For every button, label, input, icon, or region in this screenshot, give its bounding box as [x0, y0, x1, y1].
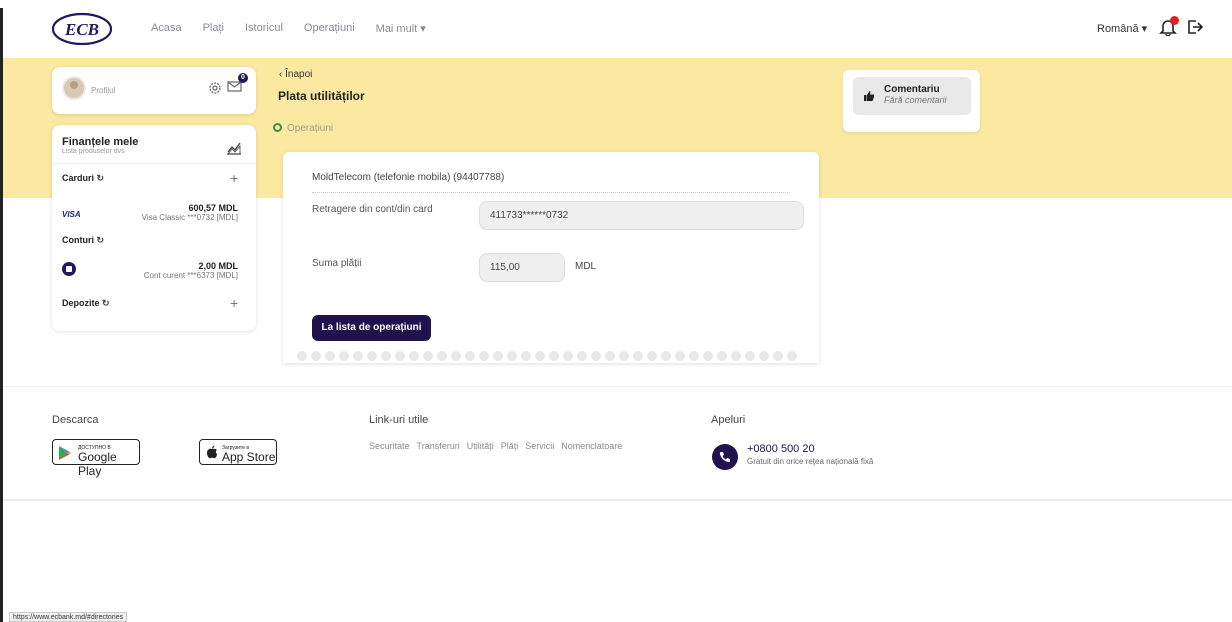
footer-link-servicii[interactable]: Servicii	[525, 441, 554, 451]
avatar[interactable]	[62, 76, 86, 100]
phone-button[interactable]	[712, 444, 738, 470]
withdraw-source-field[interactable]: 411733******0732	[479, 201, 804, 230]
gear-icon[interactable]	[208, 81, 222, 95]
account-icon	[62, 262, 76, 276]
comment-button[interactable]: Comentariu Fără comentarii	[853, 77, 971, 115]
visa-logo: VISA	[62, 210, 81, 219]
comment-title: Comentariu	[884, 84, 940, 95]
refresh-icon[interactable]: ↻	[97, 235, 105, 245]
finances-card: Finanțele mele Lista produselor dvs Card…	[52, 125, 256, 331]
finances-title: Finanțele mele	[62, 136, 139, 148]
operations-link[interactable]: Operațiuni	[273, 123, 333, 134]
receipt-edge	[297, 351, 805, 363]
footer-link-nomenclatoare[interactable]: Nomenclatoare	[561, 441, 622, 451]
mail-count-badge: 0	[238, 73, 248, 83]
amount-field[interactable]: 115,00	[479, 253, 565, 282]
top-navigation: ECB Acasa Plați Istoricul Operațiuni Mai…	[3, 0, 1232, 58]
apple-icon	[207, 445, 217, 459]
card-description[interactable]: Visa Classic ***0732 [MDL]	[142, 213, 238, 222]
chart-icon[interactable]	[226, 140, 242, 156]
svg-text:ECB: ECB	[64, 20, 99, 39]
app-store-label: App Store	[222, 450, 276, 464]
card-amount[interactable]: 600,57 MDL	[188, 203, 238, 213]
nav-link-mai-mult[interactable]: Mai mult ▾	[376, 22, 426, 35]
refresh-icon[interactable]: ↻	[97, 173, 105, 183]
ecb-logo[interactable]: ECB	[51, 12, 113, 46]
comment-card: Comentariu Fără comentarii	[843, 70, 980, 132]
footer-divider	[3, 386, 1232, 387]
download-heading: Descarca	[52, 414, 99, 426]
footer-link-securitate[interactable]: Securitate	[369, 441, 410, 451]
account-description[interactable]: Cont curent ***6373 [MDL]	[144, 271, 238, 280]
notification-badge	[1170, 16, 1179, 25]
phone-number[interactable]: +0800 500 20	[747, 443, 815, 455]
add-deposit-button[interactable]: +	[230, 295, 238, 311]
footer-link-transferuri[interactable]: Transferuri	[417, 441, 460, 451]
app-store-button[interactable]: Загрузите в App Store	[199, 439, 277, 465]
footer-bottom-divider	[3, 499, 1232, 501]
useful-links: Securitate Transferuri Utilități Plăți S…	[369, 441, 629, 451]
nav-links: Acasa Plați Istoricul Operațiuni Mai mul…	[151, 22, 447, 35]
phone-note: Gratuit din orice rețea națională fixă	[747, 457, 874, 466]
service-name: MoldTelecom (telefonie mobila) (94407788…	[312, 172, 505, 183]
withdraw-label: Retragere din cont/din card	[312, 204, 433, 215]
deposits-section-label[interactable]: Depozite ↻	[62, 298, 110, 309]
nav-link-plati[interactable]: Plați	[203, 22, 224, 35]
profile-card: Profilul 0	[52, 67, 256, 114]
back-link[interactable]: ‹ Înapoi	[279, 69, 312, 80]
nav-link-operatiuni[interactable]: Operațiuni	[304, 22, 355, 35]
add-card-button[interactable]: +	[230, 170, 238, 186]
operations-icon	[273, 123, 282, 132]
phone-icon	[719, 452, 730, 463]
profile-label[interactable]: Profilul	[91, 86, 115, 95]
divider	[312, 192, 790, 193]
back-to-operations-button[interactable]: La lista de operațiuni	[312, 315, 431, 341]
accounts-section-label[interactable]: Conturi ↻	[62, 235, 104, 246]
logout-icon[interactable]	[1187, 19, 1203, 35]
language-selector[interactable]: Română ▾	[1097, 22, 1147, 35]
google-play-button[interactable]: ДОСТУПНО В Google Play	[52, 439, 140, 478]
useful-links-heading: Link-uri utile	[369, 414, 429, 426]
footer-link-plati[interactable]: Plăți	[501, 441, 519, 451]
currency-label: MDL	[575, 261, 597, 272]
finances-subtitle: Lista produselor dvs	[62, 148, 125, 155]
divider	[52, 163, 256, 164]
amount-label: Suma plății	[312, 258, 362, 269]
nav-link-istoricul[interactable]: Istoricul	[245, 22, 283, 35]
payment-receipt-card: MoldTelecom (telefonie mobila) (94407788…	[283, 152, 819, 363]
comment-subtitle: Fără comentarii	[884, 95, 947, 105]
thumbs-up-icon	[864, 91, 874, 101]
google-play-label: Google Play	[78, 450, 117, 478]
calls-heading: Apeluri	[711, 414, 746, 426]
refresh-icon[interactable]: ↻	[102, 298, 110, 308]
cards-section-label[interactable]: Carduri ↻	[62, 173, 104, 184]
google-play-icon	[59, 446, 72, 460]
footer-link-utilitati[interactable]: Utilități	[467, 441, 494, 451]
account-amount[interactable]: 2,00 MDL	[198, 261, 238, 271]
page-title: Plata utilităților	[278, 89, 365, 103]
nav-link-acasa[interactable]: Acasa	[151, 22, 182, 35]
status-bar-url: https://www.ecbank.md/#directories	[9, 612, 128, 622]
